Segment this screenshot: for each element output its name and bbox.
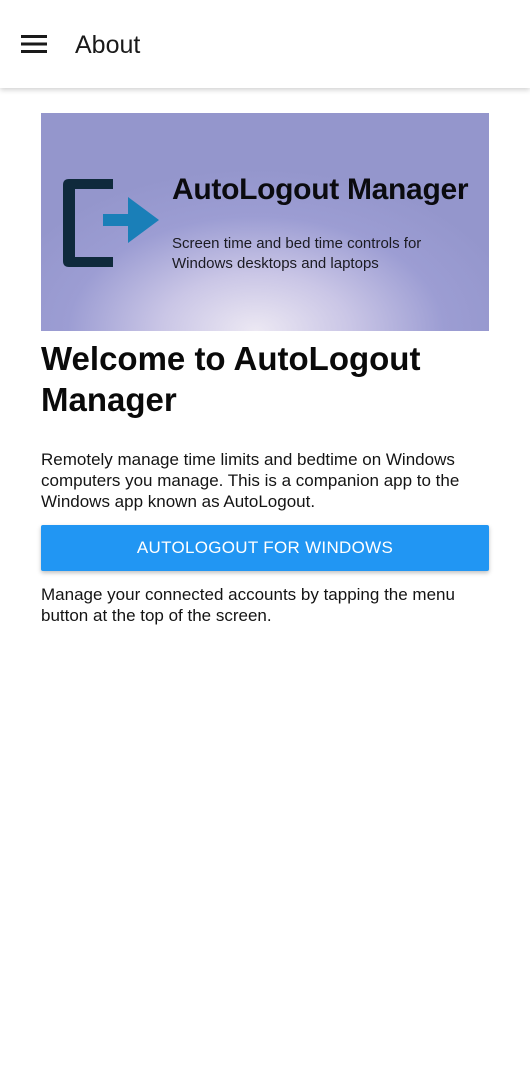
app-description: Remotely manage time limits and bedtime …	[41, 450, 460, 511]
manage-accounts-hint: Manage your connected accounts by tappin…	[41, 585, 455, 625]
app-bar: About	[0, 0, 530, 88]
banner-subtitle: Screen time and bed time controls for Wi…	[172, 235, 422, 272]
autologout-for-windows-button[interactable]: AUTOLOGOUT FOR WINDOWS	[41, 525, 489, 571]
menu-button[interactable]	[10, 24, 58, 64]
app-banner: AutoLogout Manager Screen time and bed t…	[41, 113, 489, 331]
banner-title: AutoLogout Manager	[172, 173, 469, 206]
welcome-heading: Welcome to AutoLogout Manager	[41, 340, 421, 418]
page-title: About	[75, 31, 141, 59]
hamburger-menu-icon	[21, 35, 47, 53]
logout-arrow-icon	[63, 179, 159, 267]
about-content: AutoLogout Manager Screen time and bed t…	[41, 113, 489, 626]
